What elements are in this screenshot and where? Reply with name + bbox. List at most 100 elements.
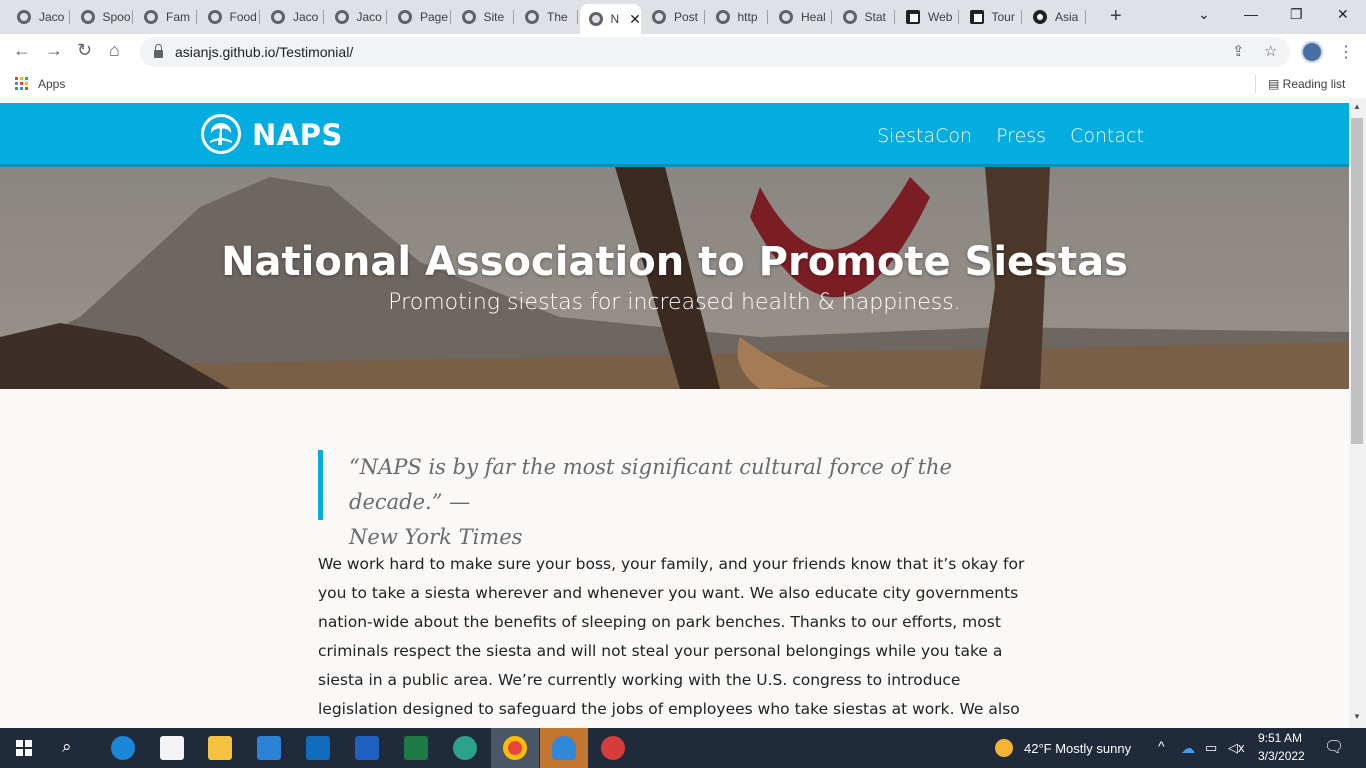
windows-taskbar: ⌕ 42°F Mostly sunny ^ ☁ ▭ ◁x 9:51 AM 3/3… bbox=[0, 728, 1366, 768]
browser-tab[interactable]: Asia bbox=[1024, 4, 1086, 30]
windows-start-icon[interactable] bbox=[16, 740, 32, 756]
bookmark-star-icon[interactable]: ☆ bbox=[1264, 42, 1277, 60]
browser-tab[interactable]: Fam bbox=[135, 4, 197, 30]
tab-divider bbox=[386, 10, 387, 24]
browser-toolbar: ← → ↻ ⌂ asianjs.github.io/Testimonial/ ⇪… bbox=[0, 34, 1366, 70]
reading-list-icon: ▤ bbox=[1268, 77, 1283, 91]
scrollbar-thumb[interactable] bbox=[1351, 118, 1363, 444]
browser-tab[interactable]: Jaco bbox=[326, 4, 387, 30]
globe-icon bbox=[144, 10, 158, 24]
clock-date[interactable]: 3/3/2022 bbox=[1258, 749, 1305, 763]
tab-divider bbox=[259, 10, 260, 24]
tab-title: Fam bbox=[166, 10, 190, 24]
browser-tab[interactable]: Page bbox=[389, 4, 451, 30]
hero-banner: National Association to Promote Siestas … bbox=[0, 167, 1349, 389]
outlook-icon[interactable] bbox=[306, 736, 330, 760]
atom-icon[interactable] bbox=[453, 736, 477, 760]
quote-text: “NAPS is by far the most significant cul… bbox=[349, 455, 952, 514]
tray-chevron-icon[interactable]: ^ bbox=[1158, 738, 1165, 754]
notification-icon[interactable]: 🗨 bbox=[1324, 737, 1344, 757]
tab-title: The bbox=[547, 10, 568, 24]
network-icon[interactable]: ▭ bbox=[1205, 740, 1217, 756]
tab-search-icon[interactable]: ⌄ bbox=[1198, 6, 1210, 23]
globe-icon bbox=[652, 10, 666, 24]
tab-title: Post bbox=[674, 10, 699, 24]
onedrive-tray-icon[interactable]: ☁ bbox=[1181, 740, 1195, 757]
browser-tab[interactable]: N ✕ bbox=[579, 4, 641, 34]
word-icon[interactable] bbox=[355, 736, 379, 760]
close-window-button[interactable]: ✕ bbox=[1337, 6, 1349, 23]
forward-button[interactable]: → bbox=[45, 40, 63, 61]
browser-tab[interactable]: Site bbox=[453, 4, 514, 30]
edge-icon[interactable] bbox=[111, 736, 135, 760]
chrome-icon[interactable] bbox=[503, 736, 527, 760]
globe-icon bbox=[334, 10, 349, 24]
browser-tab[interactable]: Jaco bbox=[262, 4, 324, 30]
apps-grid-icon[interactable] bbox=[15, 77, 28, 90]
reload-button[interactable]: ↻ bbox=[77, 40, 92, 61]
tab-divider bbox=[1084, 10, 1086, 24]
tab-title: Site bbox=[483, 10, 505, 24]
nav-link-siestacon[interactable]: SiestaCon bbox=[877, 125, 972, 147]
box-icon bbox=[906, 10, 920, 24]
tab-divider bbox=[703, 10, 705, 24]
browser-tab[interactable]: Tour bbox=[961, 4, 1022, 30]
browser-tab[interactable]: Stat bbox=[834, 4, 895, 30]
clock-time[interactable]: 9:51 AM bbox=[1258, 731, 1302, 745]
search-icon[interactable]: ⌕ bbox=[62, 737, 72, 757]
tab-strip: Jaco Spoo Fam Food Jaco Jaco Page Site The N ✕ Post… bbox=[0, 0, 1366, 34]
browser-tab[interactable]: Heal bbox=[770, 4, 832, 30]
body-paragraph: We work hard to make sure your boss, you… bbox=[318, 555, 1025, 718]
lock-icon[interactable] bbox=[154, 44, 163, 58]
tab-title: Asia bbox=[1055, 10, 1079, 24]
apps-bookmark[interactable]: Apps bbox=[38, 77, 65, 91]
mail-icon[interactable] bbox=[257, 736, 281, 760]
tab-title: Jaco bbox=[293, 10, 319, 24]
reading-list-button[interactable]: ▤ Reading list bbox=[1268, 77, 1345, 91]
share-icon[interactable]: ⇪ bbox=[1232, 42, 1245, 60]
site-logo-text[interactable]: NAPS bbox=[252, 118, 343, 152]
home-button[interactable]: ⌂ bbox=[109, 40, 120, 61]
back-button[interactable]: ← bbox=[13, 40, 31, 61]
file-explorer-icon[interactable] bbox=[208, 736, 232, 760]
menu-kebab-icon[interactable]: ⋮ bbox=[1338, 42, 1354, 62]
tab-divider bbox=[576, 10, 578, 24]
browser-tab[interactable]: Food bbox=[199, 4, 260, 30]
close-tab-icon[interactable]: ✕ bbox=[629, 11, 641, 28]
weather-text[interactable]: 42°F Mostly sunny bbox=[1024, 741, 1131, 756]
snip-tool-icon[interactable] bbox=[601, 736, 625, 760]
browser-tab[interactable]: Jaco bbox=[8, 4, 70, 30]
profile-avatar[interactable] bbox=[1301, 41, 1323, 63]
restore-button[interactable]: ❐ bbox=[1290, 6, 1303, 23]
globe-icon bbox=[715, 10, 730, 24]
palm-tree-logo-icon[interactable] bbox=[201, 114, 241, 154]
new-tab-button[interactable]: + bbox=[1110, 5, 1122, 28]
weather-sun-icon[interactable] bbox=[995, 739, 1013, 757]
browser-tab[interactable]: Web bbox=[897, 4, 959, 30]
scroll-down-arrow-icon[interactable]: ▼ bbox=[1353, 712, 1361, 721]
nav-link-press[interactable]: Press bbox=[996, 125, 1046, 147]
tab-title: Stat bbox=[864, 10, 886, 24]
store-icon[interactable] bbox=[160, 736, 184, 760]
tab-title: N bbox=[610, 12, 620, 26]
tab-divider bbox=[195, 10, 197, 24]
nav-link-contact[interactable]: Contact bbox=[1070, 125, 1144, 147]
tab-title: http bbox=[737, 10, 758, 24]
onedrive-icon[interactable] bbox=[552, 736, 576, 760]
minimize-button[interactable]: — bbox=[1244, 6, 1258, 22]
tab-divider bbox=[830, 10, 832, 24]
box-icon bbox=[969, 10, 984, 24]
address-bar[interactable]: asianjs.github.io/Testimonial/ bbox=[140, 37, 1290, 67]
browser-tab[interactable]: Post bbox=[643, 4, 705, 30]
site-navbar: NAPS SiestaCon Press Contact bbox=[0, 103, 1349, 167]
excel-icon[interactable] bbox=[404, 736, 428, 760]
tab-title: Jaco bbox=[39, 10, 65, 24]
browser-tab[interactable]: http bbox=[707, 4, 768, 30]
tab-divider bbox=[68, 10, 70, 24]
url-text: asianjs.github.io/Testimonial/ bbox=[175, 44, 354, 60]
page-scrollbar[interactable]: ▲ ▼ bbox=[1349, 98, 1366, 728]
volume-muted-icon[interactable]: ◁x bbox=[1228, 740, 1245, 756]
scroll-up-arrow-icon[interactable]: ▲ bbox=[1353, 102, 1361, 111]
browser-tab[interactable]: Spoo bbox=[72, 4, 133, 30]
browser-tab[interactable]: The bbox=[516, 4, 578, 30]
